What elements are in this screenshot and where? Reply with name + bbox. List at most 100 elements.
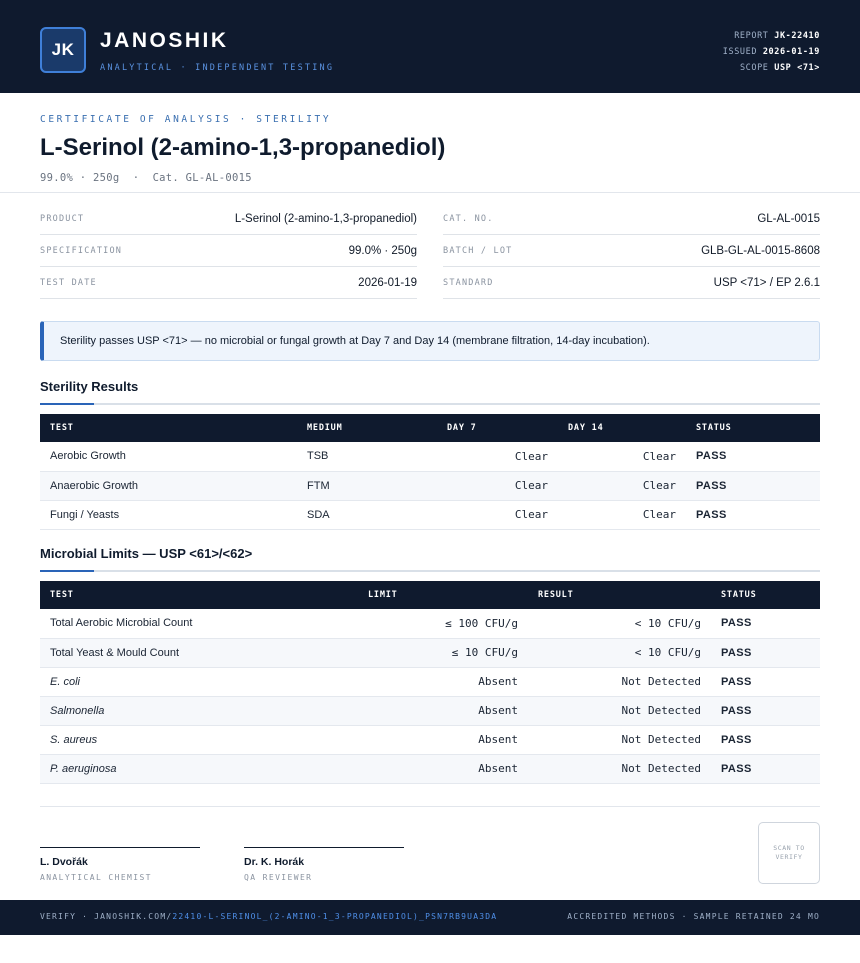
- report-meta: REPORT JK-22410 ISSUED 2026-01-19 SCOPE …: [723, 28, 820, 76]
- issued-date: 2026-01-19: [762, 47, 820, 57]
- microbial-section-title: Microbial Limits — USP <61>/<62>: [40, 546, 253, 561]
- result: < 10 CFU/g: [528, 609, 711, 639]
- limit: Absent: [358, 754, 528, 784]
- day14-result: Clear: [558, 442, 686, 472]
- day7-result: Clear: [437, 471, 558, 501]
- info-product: PRODUCT L-Serinol (2-amino-1,3-propanedi…: [40, 203, 417, 235]
- table-header-row: TEST LIMIT RESULT STATUS: [40, 581, 820, 609]
- scope-label: SCOPE: [739, 63, 769, 73]
- reviewer-role: QA REVIEWER: [244, 873, 313, 882]
- test-name: Total Yeast & Mould Count: [40, 638, 358, 668]
- medium: FTM: [297, 471, 437, 501]
- table-header-row: TEST MEDIUM DAY 7 DAY 14 STATUS: [40, 414, 820, 442]
- info-label: SPECIFICATION: [40, 245, 123, 256]
- info-specification: SPECIFICATION 99.0% · 250g: [40, 235, 417, 267]
- info-label: PRODUCT: [40, 213, 85, 224]
- table-row: Anaerobic Growth FTM Clear Clear PASS: [40, 471, 820, 501]
- column-header-day7: DAY 7: [437, 414, 558, 442]
- table-row: Aerobic Growth TSB Clear Clear PASS: [40, 442, 820, 472]
- table-row: Total Yeast & Mould Count ≤ 10 CFU/g < 1…: [40, 638, 820, 668]
- status-badge: PASS: [711, 609, 820, 639]
- verify-prefix: VERIFY · JANOSHIK.COM/: [40, 912, 173, 921]
- status-badge: PASS: [686, 442, 820, 472]
- info-value: 2026-01-19: [358, 276, 417, 289]
- document-eyebrow: CERTIFICATE OF ANALYSIS · STERILITY: [40, 114, 332, 125]
- qr-code[interactable]: SCAN TO VERIFY: [758, 822, 820, 884]
- section-rule: [40, 570, 820, 572]
- medium: SDA: [297, 500, 437, 530]
- sterility-section-title: Sterility Results: [40, 379, 139, 394]
- status-badge: PASS: [711, 754, 820, 784]
- limit: Absent: [358, 725, 528, 755]
- sterility-table: TEST MEDIUM DAY 7 DAY 14 STATUS Aerobic …: [40, 414, 820, 530]
- status-badge: PASS: [686, 471, 820, 501]
- info-label: CAT. NO.: [443, 213, 494, 224]
- column-header-limit: LIMIT: [358, 581, 528, 609]
- info-cat-no: CAT. NO. GL-AL-0015: [443, 203, 820, 235]
- info-test-date: TEST DATE 2026-01-19: [40, 267, 417, 299]
- status-badge: PASS: [711, 638, 820, 668]
- footer-note: ACCREDITED METHODS · SAMPLE RETAINED 24 …: [567, 912, 820, 921]
- status-badge: PASS: [711, 667, 820, 697]
- limit: ≤ 10 CFU/g: [358, 638, 528, 668]
- test-name: Anaerobic Growth: [40, 471, 297, 501]
- limit: Absent: [358, 696, 528, 726]
- day14-result: Clear: [558, 500, 686, 530]
- report-footer: VERIFY · JANOSHIK.COM/22410-L-SERINOL_(2…: [0, 900, 860, 935]
- column-header-result: RESULT: [528, 581, 711, 609]
- status-badge: PASS: [711, 725, 820, 755]
- status-badge: PASS: [686, 500, 820, 530]
- signatory-name: L. Dvořák: [40, 856, 88, 868]
- issued-line: ISSUED 2026-01-19: [723, 44, 820, 60]
- test-name: P. aeruginosa: [40, 754, 358, 784]
- report-id: JK-22410: [774, 31, 820, 41]
- table-row: Total Aerobic Microbial Count ≤ 100 CFU/…: [40, 609, 820, 639]
- day7-result: Clear: [437, 442, 558, 472]
- result: Not Detected: [528, 696, 711, 726]
- signature-line: [40, 847, 200, 848]
- signatory-role: ANALYTICAL CHEMIST: [40, 873, 152, 882]
- test-name: Aerobic Growth: [40, 442, 297, 472]
- verify-line: VERIFY · JANOSHIK.COM/22410-L-SERINOL_(2…: [40, 912, 497, 921]
- scope-line: SCOPE USP <71>: [723, 60, 820, 76]
- column-header-test: TEST: [40, 414, 297, 442]
- column-header-test: TEST: [40, 581, 358, 609]
- column-header-status: STATUS: [711, 581, 820, 609]
- verify-link[interactable]: 22410-L-SERINOL_(2-AMINO-1_3-PROPANEDIOL…: [172, 912, 497, 921]
- info-label: STANDARD: [443, 277, 494, 288]
- result: Not Detected: [528, 754, 711, 784]
- status-badge: PASS: [711, 696, 820, 726]
- table-row: E. coli Absent Not Detected PASS: [40, 667, 820, 697]
- limit: ≤ 100 CFU/g: [358, 609, 528, 639]
- signature-divider: [40, 806, 820, 807]
- column-header-status: STATUS: [686, 414, 820, 442]
- scope-value: USP <71>: [774, 63, 820, 73]
- section-rule: [40, 403, 820, 405]
- info-value: USP <71> / EP 2.6.1: [713, 276, 820, 289]
- result: Not Detected: [528, 725, 711, 755]
- table-row: P. aeruginosa Absent Not Detected PASS: [40, 754, 820, 784]
- issued-label: ISSUED: [722, 47, 758, 57]
- info-value: GL-AL-0015: [757, 212, 820, 225]
- table-row: Fungi / Yeasts SDA Clear Clear PASS: [40, 500, 820, 530]
- info-batch-lot: BATCH / LOT GLB-GL-AL-0015-8608: [443, 235, 820, 267]
- test-name: Salmonella: [40, 696, 358, 726]
- column-header-day14: DAY 14: [558, 414, 686, 442]
- info-label: BATCH / LOT: [443, 245, 513, 256]
- sterility-summary-callout: Sterility passes USP <71> — no microbial…: [40, 321, 820, 361]
- report-id-line: REPORT JK-22410: [723, 28, 820, 44]
- page-subtitle: 99.0% · 250g · Cat. GL-AL-0015: [40, 172, 252, 184]
- test-name: Fungi / Yeasts: [40, 500, 297, 530]
- signature-line: [244, 847, 404, 848]
- microbial-limits-table: TEST LIMIT RESULT STATUS Total Aerobic M…: [40, 581, 820, 784]
- result: < 10 CFU/g: [528, 638, 711, 668]
- info-value: L-Serinol (2-amino-1,3-propanediol): [234, 212, 417, 225]
- title-divider: [0, 192, 860, 193]
- day7-result: Clear: [437, 500, 558, 530]
- test-name: S. aureus: [40, 725, 358, 755]
- table-row: Salmonella Absent Not Detected PASS: [40, 696, 820, 726]
- report-header: JK JANOSHIK ANALYTICAL · INDEPENDENT TES…: [0, 0, 860, 93]
- brand-tagline: ANALYTICAL · INDEPENDENT TESTING: [100, 63, 335, 73]
- report-label: REPORT: [734, 31, 769, 41]
- result: Not Detected: [528, 667, 711, 697]
